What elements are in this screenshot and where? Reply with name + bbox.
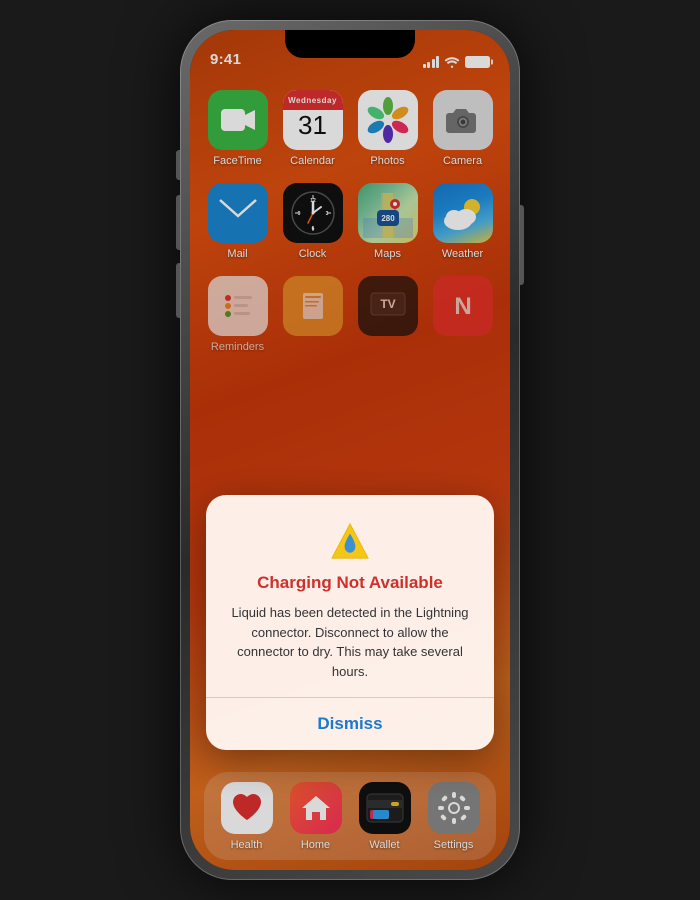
dismiss-button[interactable]: Dismiss <box>206 698 494 750</box>
alert-message: Liquid has been detected in the Lightnin… <box>226 603 474 681</box>
mute-button[interactable] <box>176 150 180 180</box>
alert-title: Charging Not Available <box>257 573 443 593</box>
phone-frame: 9:41 <box>180 20 520 880</box>
volume-up-button[interactable] <box>176 195 180 250</box>
volume-down-button[interactable] <box>176 263 180 318</box>
home-screen: 9:41 <box>190 30 510 870</box>
liquid-warning-icon <box>328 519 372 563</box>
power-button[interactable] <box>520 205 524 285</box>
alert-body: Charging Not Available Liquid has been d… <box>206 495 494 697</box>
alert-dialog: Charging Not Available Liquid has been d… <box>206 495 494 750</box>
phone-screen: 9:41 <box>190 30 510 870</box>
